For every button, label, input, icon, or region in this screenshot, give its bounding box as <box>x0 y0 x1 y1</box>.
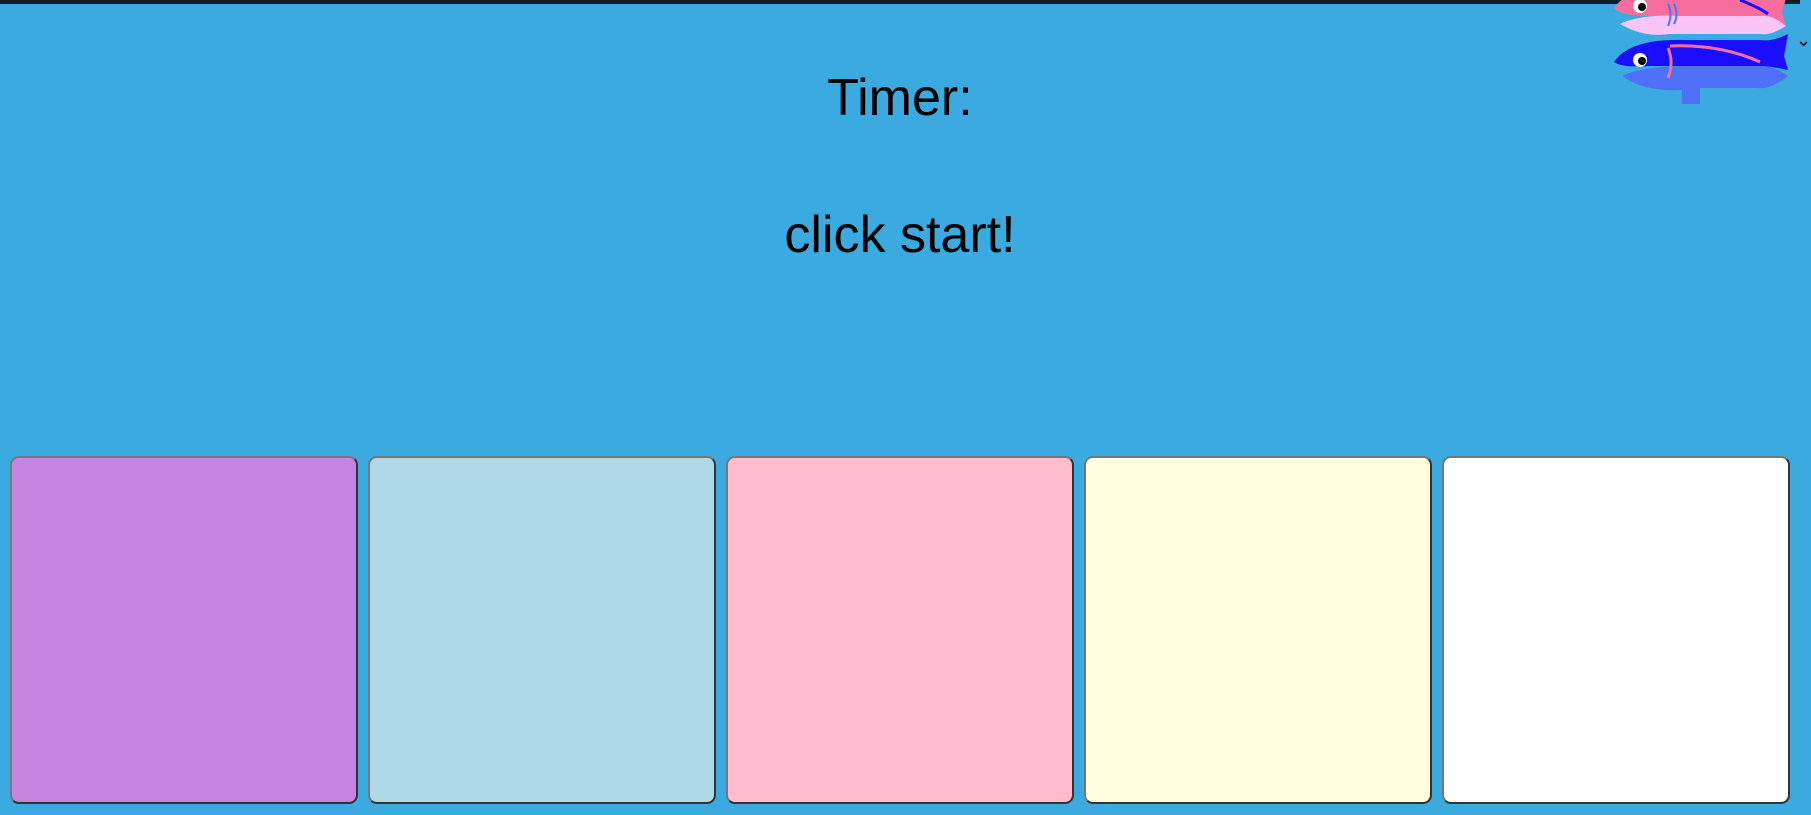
color-box-pink[interactable] <box>726 456 1074 804</box>
pink-fish-icon <box>1614 0 1786 35</box>
color-box-purple[interactable] <box>10 456 358 804</box>
timer-label: Timer: <box>827 69 973 127</box>
color-box-light-yellow[interactable] <box>1084 456 1432 804</box>
color-box-row <box>10 456 1792 804</box>
fish-icon <box>1614 0 1788 104</box>
chevron-down-icon[interactable]: ⌄ <box>1796 30 1811 51</box>
color-box-white[interactable] <box>1442 456 1790 804</box>
color-box-light-blue[interactable] <box>368 456 716 804</box>
status-message: click start! <box>784 206 1016 264</box>
blue-fish-icon <box>1614 34 1788 104</box>
top-border-bar <box>0 0 1800 4</box>
